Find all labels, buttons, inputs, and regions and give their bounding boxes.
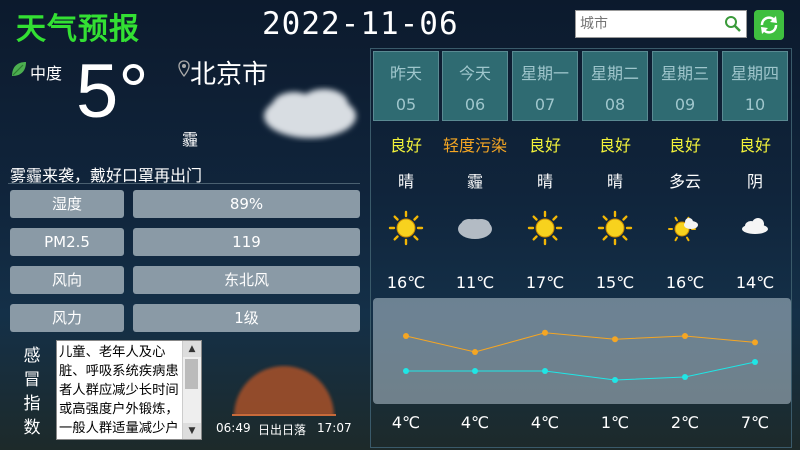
cold-index-textbox[interactable]: 儿童、老年人及心脏、呼吸系统疾病患者人群应减少长时间或高强度户外锻炼，一般人群适… — [56, 340, 202, 440]
humidity-value: 89% — [133, 190, 360, 218]
forecast-condition: 多云 — [668, 172, 701, 191]
forecast-condition: 霾 — [466, 172, 483, 191]
high-temperature: 11℃ — [455, 273, 495, 292]
low-temperature: 4℃ — [530, 413, 560, 432]
temperature-trend-chart — [373, 298, 791, 404]
air-quality: 良好 — [528, 136, 561, 155]
low-temperature: 7℃ — [740, 413, 770, 432]
sunrise-sunset-label: 日出日落 — [258, 423, 307, 437]
high-temperature: 15℃ — [595, 273, 635, 292]
forecast-condition: 晴 — [606, 172, 623, 191]
forecast-condition: 阴 — [746, 172, 763, 191]
day-tab[interactable]: 星期四 10 — [722, 51, 788, 121]
pollution-level: 中度 — [30, 64, 63, 83]
scroll-up-icon[interactable]: ▲ — [183, 341, 201, 357]
scroll-down-icon[interactable]: ▼ — [183, 423, 201, 439]
search-icon[interactable] — [724, 15, 742, 33]
high-temp-point — [752, 339, 758, 346]
day-date: 07 — [534, 95, 556, 114]
day-name: 星期一 — [520, 64, 569, 83]
day-name: 昨天 — [389, 64, 422, 83]
cloud-icon — [742, 218, 768, 234]
low-temp-point — [752, 359, 758, 365]
forecast-condition: 晴 — [536, 172, 553, 191]
sunset-time: 17:07 — [317, 421, 352, 435]
low-temp-point — [472, 368, 478, 374]
high-temp-point — [612, 336, 618, 343]
low-temperature: 4℃ — [391, 413, 421, 432]
city-search-box[interactable] — [575, 10, 747, 38]
sun-icon — [527, 210, 563, 246]
day-name: 今天 — [458, 64, 491, 83]
sun-icon — [388, 210, 424, 246]
day-date: 05 — [395, 95, 417, 114]
day-name: 星期四 — [730, 64, 779, 83]
sun-icon — [597, 210, 633, 246]
location-pin-icon — [178, 60, 190, 78]
day-name: 星期二 — [590, 64, 639, 83]
high-temp-point — [472, 349, 478, 355]
air-quality: 良好 — [598, 136, 631, 155]
haze-icon — [458, 219, 492, 239]
day-date: 09 — [674, 95, 696, 114]
wind-force-value: 1级 — [133, 304, 360, 332]
current-date: 2022-11-06 — [262, 6, 459, 42]
air-quality: 良好 — [389, 136, 422, 155]
partly-cloudy-icon — [668, 216, 698, 242]
low-temp-point — [403, 368, 409, 374]
sunrise-sunset-arc-icon — [232, 366, 336, 416]
low-temperature: 4℃ — [460, 413, 490, 432]
day-date: 06 — [464, 95, 486, 114]
day-tab[interactable]: 星期一 07 — [512, 51, 578, 121]
day-tab[interactable]: 今天 06 — [442, 51, 508, 121]
scroll-thumb[interactable] — [185, 359, 198, 389]
pm25-label: PM2.5 — [10, 228, 124, 256]
humidity-label: 湿度 — [10, 190, 124, 218]
low-temperature: 1℃ — [600, 413, 630, 432]
day-date: 08 — [604, 95, 626, 114]
high-temp-point — [542, 329, 548, 336]
low-temp-point — [682, 374, 688, 380]
city-name: 北京市 — [190, 60, 269, 90]
day-date: 10 — [744, 95, 766, 114]
air-quality: 轻度污染 — [442, 136, 507, 155]
leaf-icon — [12, 62, 26, 76]
day-name: 星期三 — [660, 64, 709, 83]
air-quality: 良好 — [668, 136, 701, 155]
haze-cloud-icon — [264, 89, 356, 138]
cold-index-label: 感冒指数 — [23, 346, 41, 438]
low-temp-point — [542, 368, 548, 374]
city-search-input[interactable] — [576, 11, 724, 37]
high-temperature: 16℃ — [386, 273, 426, 292]
cold-index-text: 儿童、老年人及心脏、呼吸系统疾病患者人群应减少长时间或高强度户外锻炼，一般人群适… — [59, 345, 179, 436]
high-temp-point — [682, 333, 688, 339]
air-quality: 良好 — [738, 136, 771, 155]
scrollbar[interactable]: ▲ ▼ — [182, 341, 201, 439]
low-temp-point — [612, 377, 618, 383]
wind-direction-value: 东北风 — [133, 266, 360, 294]
current-condition: 霾 — [182, 130, 199, 149]
forecast-condition: 晴 — [397, 172, 414, 191]
high-temperature: 17℃ — [525, 273, 565, 292]
day-tab[interactable]: 星期三 09 — [652, 51, 718, 121]
refresh-button[interactable] — [754, 10, 784, 40]
day-tab[interactable]: 星期二 08 — [582, 51, 648, 121]
day-tab[interactable]: 昨天 05 — [373, 51, 439, 121]
high-temperature: 14℃ — [735, 273, 775, 292]
high-temperature: 16℃ — [665, 273, 705, 292]
pm25-value: 119 — [133, 228, 360, 256]
divider — [8, 183, 360, 184]
current-temperature: 5° — [76, 49, 149, 134]
app-title: 天气预报 — [16, 12, 140, 47]
low-temperature: 2℃ — [670, 413, 700, 432]
high-temp-point — [403, 333, 409, 339]
wind-force-label: 风力 — [10, 304, 124, 332]
wind-direction-label: 风向 — [10, 266, 124, 294]
sunrise-time: 06:49 — [216, 421, 251, 435]
